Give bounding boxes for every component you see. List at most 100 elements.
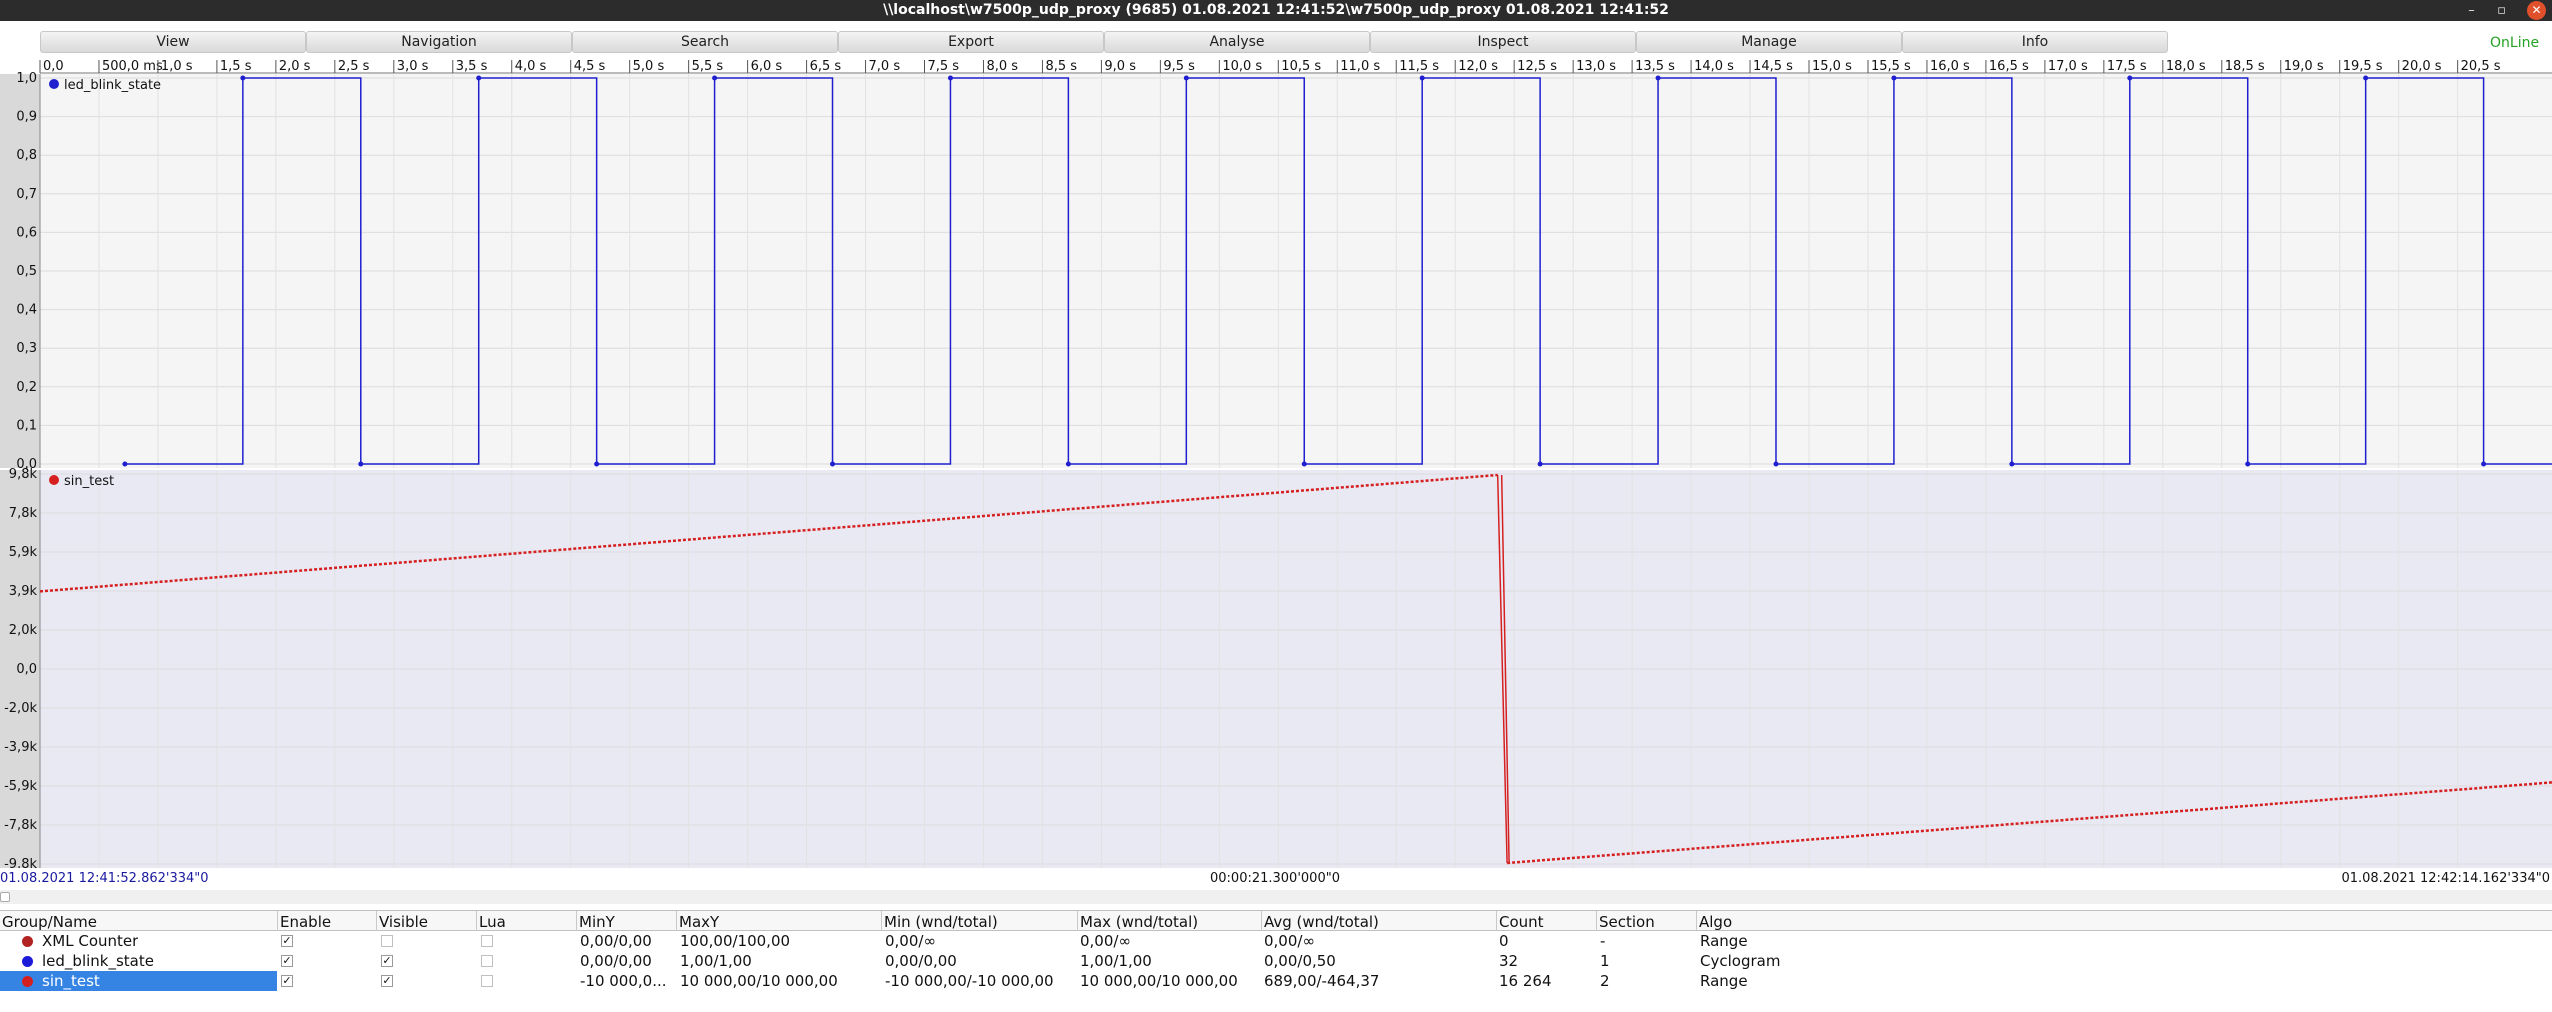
col-maxy[interactable]: MaxY — [677, 913, 719, 931]
time-axis: 0,0 500,0 ms1,0 s 1,5 s 2,0 s 2,5 s 3,0 s 3,5 … — [0, 56, 2552, 74]
row-count: 16 264 — [1499, 972, 1552, 990]
time-tick-label: 10,0 s — [1222, 59, 1262, 74]
scrollbar-handle[interactable] — [0, 892, 10, 902]
data-point — [594, 461, 600, 467]
data-point — [1065, 461, 1071, 467]
col-enable[interactable]: Enable — [278, 913, 331, 931]
y-tick-label: -2,0k — [4, 701, 37, 716]
row-miny: 0,00/0,00 — [580, 932, 652, 950]
lua-checkbox[interactable] — [481, 935, 493, 947]
menu-analyse[interactable]: Analyse — [1104, 31, 1370, 53]
time-tick-label: 19,0 s — [2284, 59, 2324, 74]
lua-checkbox[interactable] — [481, 975, 493, 987]
menu-manage[interactable]: Manage — [1636, 31, 1902, 53]
y-tick-label: -3,9k — [4, 740, 37, 755]
time-tick-label: 7,0 s — [869, 59, 901, 74]
timeline-end: 01.08.2021 12:42:14.162'334"0 — [2341, 871, 2550, 886]
window-titlebar[interactable]: \\localhost\w7500p_udp_proxy (9685) 01.0… — [0, 0, 2552, 21]
row-count: 0 — [1499, 932, 1509, 950]
led-blink-panel: 1,00,90,80,70,60,50,40,30,20,10,0led_bli… — [0, 71, 2552, 472]
time-tick-label: 17,5 s — [2107, 59, 2147, 74]
row-section: 2 — [1600, 972, 1610, 990]
time-tick-label: 17,0 s — [2048, 59, 2088, 74]
row-max: 10 000,00/10 000,00 — [1080, 972, 1238, 990]
series-color-swatch — [22, 936, 33, 947]
plot-canvas[interactable]: 0,0 500,0 ms1,0 s 1,5 s 2,0 s 2,5 s 3,0 s 3,5 … — [0, 56, 2552, 868]
y-tick-label: 3,9k — [9, 584, 38, 599]
timeline-span: 00:00:21.300'000"0 — [1210, 871, 1340, 886]
col-visible[interactable]: Visible — [377, 913, 428, 931]
col-lua[interactable]: Lua — [477, 913, 506, 931]
data-point — [476, 75, 482, 81]
data-point — [1183, 75, 1189, 81]
table-row[interactable]: led_blink_state ✓ ✓ 0,00/0,00 1,00/1,00 … — [0, 951, 2552, 971]
enable-checkbox[interactable]: ✓ — [281, 975, 293, 987]
maximize-button[interactable]: ▫ — [2492, 1, 2511, 20]
row-max: 1,00/1,00 — [1080, 952, 1152, 970]
time-tick-label: 20,0 s — [2402, 59, 2442, 74]
data-point — [830, 461, 836, 467]
menu-export[interactable]: Export — [838, 31, 1104, 53]
col-max[interactable]: Max (wnd/total) — [1078, 913, 1198, 931]
visible-checkbox[interactable] — [381, 935, 393, 947]
row-name: XML Counter — [42, 932, 139, 950]
time-tick-label: 13,0 s — [1576, 59, 1616, 74]
menu-search[interactable]: Search — [572, 31, 838, 53]
time-tick-label: 3,0 s — [397, 59, 429, 74]
visible-checkbox[interactable]: ✓ — [381, 975, 393, 987]
time-tick-label: 14,0 s — [1694, 59, 1734, 74]
row-name: led_blink_state — [42, 952, 154, 970]
data-point — [1773, 461, 1779, 467]
menu-inspect[interactable]: Inspect — [1370, 31, 1636, 53]
time-tick-label: 11,0 s — [1340, 59, 1380, 74]
menu-info[interactable]: Info — [1902, 31, 2168, 53]
lua-checkbox[interactable] — [481, 955, 493, 967]
time-tick-label: 4,0 s — [515, 59, 547, 74]
col-avg[interactable]: Avg (wnd/total) — [1262, 913, 1379, 931]
col-group-name[interactable]: Group/Name — [0, 913, 97, 931]
col-section[interactable]: Section — [1597, 913, 1655, 931]
time-tick-label: 8,0 s — [986, 59, 1018, 74]
time-tick-label: 5,0 s — [633, 59, 665, 74]
close-button[interactable]: ✕ — [2527, 1, 2546, 20]
time-tick-label: 6,0 s — [751, 59, 783, 74]
time-tick-label: 5,5 s — [692, 59, 724, 74]
row-section: - — [1600, 932, 1606, 950]
time-tick-label: 10,5 s — [1281, 59, 1321, 74]
data-point — [1891, 75, 1897, 81]
row-maxy: 100,00/100,00 — [680, 932, 791, 950]
col-algo[interactable]: Algo — [1697, 913, 1732, 931]
col-count[interactable]: Count — [1497, 913, 1544, 931]
y-tick-label: 7,8k — [9, 506, 38, 521]
enable-checkbox[interactable]: ✓ — [281, 935, 293, 947]
col-miny[interactable]: MinY — [577, 913, 615, 931]
data-point — [712, 75, 718, 81]
timeline-bar: 01.08.2021 12:41:52.862'334"0 00:00:21.3… — [0, 868, 2552, 890]
enable-checkbox[interactable]: ✓ — [281, 955, 293, 967]
legend-marker — [49, 475, 59, 485]
data-point — [2363, 75, 2369, 81]
time-tick-label: 18,5 s — [2225, 59, 2265, 74]
time-tick-label: 2,5 s — [338, 59, 370, 74]
time-tick-label: 15,0 s — [1812, 59, 1852, 74]
minimize-button[interactable]: – — [2462, 1, 2481, 20]
table-row[interactable]: XML Counter ✓ 0,00/0,00 100,00/100,00 0,… — [0, 931, 2552, 951]
y-tick-label: 0,2 — [16, 380, 37, 395]
row-algo: Range — [1700, 972, 1748, 990]
row-maxy: 1,00/1,00 — [680, 952, 752, 970]
timeline-scrollbar[interactable] — [0, 890, 2552, 904]
col-min[interactable]: Min (wnd/total) — [882, 913, 998, 931]
menu-view[interactable]: View — [40, 31, 306, 53]
plot-area[interactable]: 0,0 500,0 ms 1,0 s 1,5 s 2,0 s 2,5 s 3,0 s 3,5 … — [0, 56, 2552, 868]
table-row[interactable]: sin_test ✓ ✓ -10 000,0... 10 000,00/10 0… — [0, 971, 2552, 991]
menu-navigation[interactable]: Navigation — [306, 31, 572, 53]
row-max: 0,00/∞ — [1080, 932, 1131, 950]
data-point — [2481, 461, 2487, 467]
sin-test-panel: 9,8k 7,8k 5,9k 3,9k 2,0k 0,0 -2,0k -3,9k -5,9k -7… — [0, 467, 2552, 868]
time-tick-label: 9,0 s — [1104, 59, 1136, 74]
row-algo: Cyclogram — [1700, 952, 1781, 970]
time-tick-label: 12,0 s — [1458, 59, 1498, 74]
visible-checkbox[interactable]: ✓ — [381, 955, 393, 967]
data-point — [1419, 75, 1425, 81]
y-tick-label: 2,0k — [9, 623, 38, 638]
